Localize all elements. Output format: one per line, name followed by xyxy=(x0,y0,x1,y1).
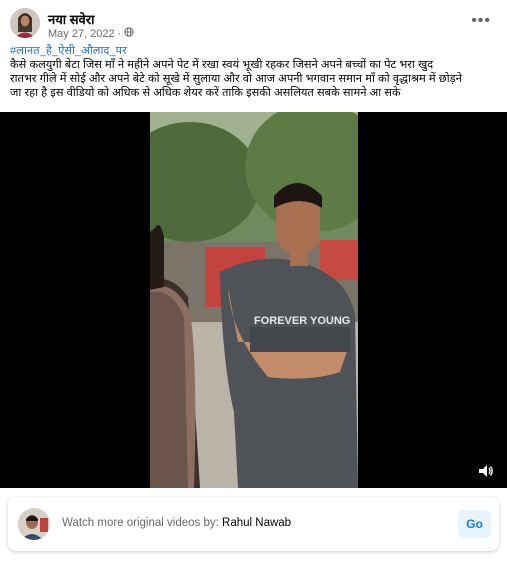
hashtag-link[interactable]: #लानत_है_ऐसी_औलाद_पर xyxy=(10,44,500,58)
shirt-print-text: FOREVER YOUNG xyxy=(254,315,350,327)
watch-more-text: Watch more original videos by: Rahul Naw… xyxy=(62,517,292,529)
post-date[interactable]: May 27, 2022 xyxy=(48,28,115,40)
page-avatar[interactable] xyxy=(10,8,40,38)
caption-line: रातभर गीले में सोई और अपने बेटे को सूखे … xyxy=(10,73,462,85)
more-options-icon[interactable]: ••• xyxy=(471,12,491,30)
volume-icon[interactable] xyxy=(477,462,495,480)
creator-name-link[interactable]: Rahul Nawab xyxy=(222,517,291,529)
video-frame: FOREVER YOUNG xyxy=(150,112,358,488)
post-header: नया सवेरा May 27, 2022 · ••• xyxy=(10,8,497,42)
video-player[interactable]: FOREVER YOUNG xyxy=(0,112,507,488)
creator-avatar[interactable] xyxy=(18,508,50,540)
facebook-post: नया सवेरा May 27, 2022 · ••• #लानत_है_ऐस… xyxy=(0,0,507,561)
post-caption: #लानत_है_ऐसी_औलाद_पर कैसे कलयुगी बेटा जि… xyxy=(10,44,500,100)
globe-icon xyxy=(124,27,134,40)
caption-line: कैसे कलयुगी बेटा जिस माँ ने महीने अपने प… xyxy=(10,59,434,71)
go-button[interactable]: Go xyxy=(458,510,491,538)
page-name[interactable]: नया सवेरा xyxy=(48,10,94,28)
caption-line: जा रहा है इस वीडियो को अधिक से अधिक शेयर… xyxy=(10,87,401,99)
watch-more-banner: Watch more original videos by: Rahul Naw… xyxy=(8,497,499,551)
post-meta: May 27, 2022 · xyxy=(48,27,134,40)
